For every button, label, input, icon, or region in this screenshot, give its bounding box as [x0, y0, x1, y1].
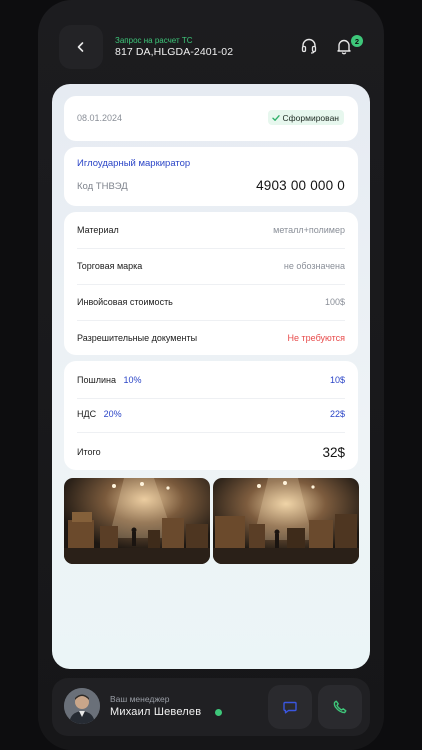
detail-label: Разрешительные документы — [77, 333, 198, 343]
status-badge: Сформирован — [267, 110, 344, 125]
details-card: Материал металл+полимер Торговая марка н… — [64, 212, 358, 355]
product-photo-2[interactable] — [213, 478, 359, 564]
notification-badge: 2 — [351, 35, 363, 47]
phone-screen: Запрос на расчет ТС 817 DA,HLGDA-2401-02… — [38, 0, 384, 750]
app-header: Запрос на расчет ТС 817 DA,HLGDA-2401-02… — [38, 20, 384, 78]
detail-row-material: Материал металл+полимер — [77, 212, 345, 248]
costs-card: Пошлина 10% 10$ НДС 20% 22$ Итого 32$ — [64, 361, 358, 470]
vat-label: НДС — [77, 409, 97, 419]
detail-value: 100$ — [324, 297, 345, 307]
request-title: 817 DA,HLGDA-2401-02 — [115, 46, 234, 58]
detail-value: не обозначена — [283, 261, 345, 271]
product-photo-1[interactable] — [64, 478, 210, 564]
request-subtitle: Запрос на расчет ТС — [115, 36, 193, 45]
call-button[interactable] — [318, 685, 362, 729]
manager-name: Михаил Шевелев — [110, 706, 202, 718]
vat-value: 22$ — [329, 409, 345, 419]
product-card: Иглоударный маркиратор Код ТНВЭД 4903 00… — [64, 147, 358, 206]
duty-row: Пошлина 10% 10$ — [77, 372, 345, 388]
headset-icon[interactable] — [300, 37, 318, 55]
avatar — [64, 688, 100, 724]
vat-label-group: НДС 20% — [77, 409, 122, 419]
divider — [77, 432, 345, 433]
total-row: Итого 32$ — [77, 443, 345, 461]
duty-label-group: Пошлина 10% — [77, 375, 141, 385]
detail-label: Торговая марка — [77, 261, 143, 271]
chevron-left-icon — [77, 42, 84, 52]
detail-value: Не требуются — [287, 333, 345, 343]
duty-value: 10$ — [329, 375, 345, 385]
chat-icon — [283, 701, 297, 714]
phone-icon — [333, 700, 347, 714]
back-button[interactable] — [59, 25, 103, 69]
request-panel: 08.01.2024 Сформирован Иглоударный марки… — [52, 84, 370, 669]
manager-bar: Ваш менеджер Михаил Шевелев — [52, 678, 370, 736]
vat-row: НДС 20% 22$ — [77, 406, 345, 422]
status-text: Сформирован — [282, 112, 339, 123]
summary-card: 08.01.2024 Сформирован — [64, 96, 358, 141]
chat-button[interactable] — [268, 685, 312, 729]
detail-row-brand: Торговая марка не обозначена — [77, 248, 345, 284]
duty-percent: 10% — [123, 375, 142, 385]
detail-label: Материал — [77, 225, 119, 235]
tnved-label: Код ТНВЭД — [77, 181, 128, 192]
check-icon — [271, 114, 280, 121]
manager-label: Ваш менеджер — [110, 694, 170, 704]
duty-label: Пошлина — [77, 375, 116, 385]
online-status-dot — [215, 709, 222, 716]
vat-percent: 20% — [103, 409, 122, 419]
detail-row-invoice: Инвойсовая стоимость 100$ — [77, 284, 345, 320]
detail-row-permits: Разрешительные документы Не требуются — [77, 320, 345, 356]
total-label: Итого — [77, 447, 101, 457]
tnved-value: 4903 00 000 0 — [256, 178, 345, 193]
total-value: 32$ — [322, 444, 345, 460]
detail-label: Инвойсовая стоимость — [77, 297, 173, 307]
product-name: Иглоударный маркиратор — [77, 158, 191, 169]
divider — [77, 398, 345, 399]
request-date: 08.01.2024 — [77, 113, 123, 123]
detail-value: металл+полимер — [273, 225, 345, 235]
